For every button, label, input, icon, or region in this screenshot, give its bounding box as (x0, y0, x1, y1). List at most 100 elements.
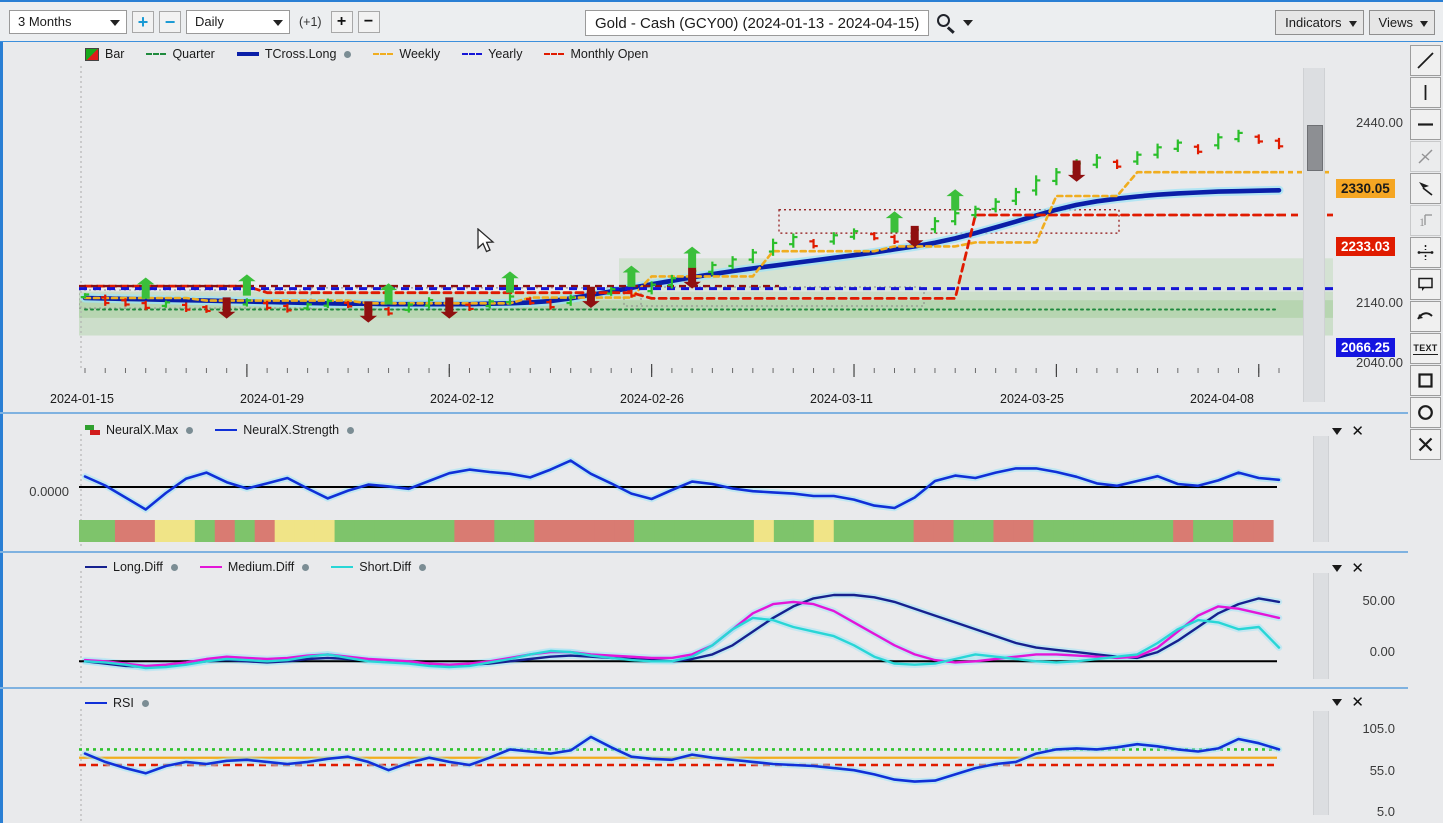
range-decrease-button[interactable]: − (159, 10, 181, 33)
delete-tool[interactable] (1410, 429, 1441, 460)
pitchfork-tool[interactable] (1410, 141, 1441, 172)
neuralx-y-tick: 0.0000 (29, 484, 69, 499)
fib-retracement-icon: 1 (1419, 214, 1432, 229)
legend-label: Weekly (399, 47, 441, 61)
indicators-button[interactable]: Indicators (1275, 10, 1364, 35)
bars-decrease-button[interactable]: − (357, 10, 380, 33)
legend-settings-dot-icon[interactable] (141, 699, 149, 707)
close-x-icon[interactable]: ✕ (1351, 424, 1364, 439)
range-increase-button[interactable]: + (132, 10, 154, 33)
bar-swatch-icon (85, 47, 99, 61)
ellipse-tool[interactable] (1410, 397, 1441, 428)
price-y-tick: 2140.00 (1356, 295, 1403, 310)
vertical-line-tool[interactable] (1410, 77, 1441, 108)
legend-settings-dot-icon[interactable] (344, 50, 352, 58)
rsi-panel-legend: RSI (85, 696, 149, 710)
panel-divider[interactable] (0, 551, 1408, 553)
price-chart-svg (79, 66, 1333, 377)
curve-tool[interactable] (1410, 301, 1441, 332)
diff-plot-area[interactable] (79, 571, 1333, 683)
price-x-tick: 2024-04-08 (1190, 392, 1254, 406)
dashed-line-swatch-icon (146, 53, 167, 55)
search-icon[interactable] (935, 12, 957, 34)
rsi-plot-area[interactable] (79, 709, 1333, 821)
bar-offset-label: (+1) (299, 14, 322, 29)
rsi-chart-svg (79, 709, 1283, 821)
monthly-open-price-tag[interactable]: 2233.03 (1336, 237, 1395, 256)
text-tool[interactable]: TEXT (1410, 333, 1441, 364)
price-y-tick: 2040.00 (1356, 355, 1403, 370)
legend-item[interactable]: Monthly Open (544, 47, 648, 61)
trendline-tool[interactable] (1410, 45, 1441, 76)
legend-label: Bar (105, 47, 125, 61)
legend-label: Quarter (172, 47, 215, 61)
rsi-vertical-scrollbar[interactable] (1313, 711, 1329, 815)
diff-panel: Long.Diff Medium.Diff Short.Diff ✕ 50.00 0… (3, 555, 1408, 686)
weekly-price-tag[interactable]: 2330.05 (1336, 179, 1395, 198)
panel-divider[interactable] (0, 412, 1408, 414)
chevron-down-icon[interactable] (1332, 565, 1343, 572)
crosshair-tool[interactable] (1410, 237, 1441, 268)
bars-increase-button[interactable]: + (330, 10, 353, 33)
legend-item[interactable]: Yearly (462, 47, 522, 61)
diff-chart-svg (79, 571, 1283, 683)
close-x-icon[interactable]: ✕ (1351, 561, 1364, 576)
line-swatch-icon (85, 701, 107, 705)
interval-select[interactable]: Daily (186, 9, 290, 34)
diagonal-line-icon (1417, 52, 1434, 69)
chevron-down-icon (273, 19, 283, 26)
legend-settings-dot-icon[interactable] (419, 563, 427, 571)
close-x-icon[interactable]: ✕ (1351, 695, 1364, 710)
range-select-value: 3 Months (18, 14, 72, 29)
pen-tool[interactable] (1410, 173, 1441, 204)
legend-item[interactable]: Weekly (373, 47, 440, 61)
search-options-chevron-down-icon[interactable] (963, 20, 974, 26)
fibonacci-tool[interactable]: 1 (1410, 205, 1441, 236)
price-vertical-scrollbar[interactable] (1303, 68, 1325, 402)
chart-application-window: 3 Months + − Daily (+1) + − Gold - Cash … (0, 0, 1443, 823)
legend-settings-dot-icon[interactable] (347, 426, 355, 434)
symbol-input[interactable]: Gold - Cash (GCY00) (2024-01-13 - 2024-0… (585, 10, 930, 36)
price-x-tick: 2024-02-12 (430, 392, 494, 406)
price-plot-area[interactable] (79, 66, 1333, 402)
legend-settings-dot-icon[interactable] (170, 563, 178, 571)
legend-label: Yearly (488, 47, 523, 61)
interval-select-value: Daily (195, 14, 224, 29)
toolbar-right-group: Indicators Views (1275, 10, 1435, 35)
legend-label: RSI (113, 696, 134, 710)
price-x-tick: 2024-01-15 (50, 392, 114, 406)
yearly-price-tag[interactable]: 2066.25 (1336, 338, 1395, 357)
legend-label: Monthly Open (570, 47, 649, 61)
price-x-tick: 2024-03-25 (1000, 392, 1064, 406)
toolbar-left-group: 3 Months + − Daily (+1) + − (0, 9, 380, 34)
callout-tool[interactable] (1410, 269, 1441, 300)
legend-settings-dot-icon[interactable] (302, 563, 310, 571)
neuralx-panel: NeuralX.Max NeuralX.Strength ✕ 0.0000 (3, 416, 1408, 548)
range-select[interactable]: 3 Months (9, 9, 127, 34)
chevron-down-icon[interactable] (1332, 428, 1343, 435)
price-x-tick: 2024-02-26 (620, 392, 684, 406)
neuralx-plot-area[interactable] (79, 434, 1333, 546)
drawing-tools-toolbar: 1 TEXT (1408, 42, 1443, 823)
price-x-tick: 2024-01-29 (240, 392, 304, 406)
legend-item[interactable]: RSI (85, 696, 149, 710)
legend-item[interactable]: TCross.Long (236, 47, 352, 61)
legend-settings-dot-icon[interactable] (186, 426, 194, 434)
rectangle-tool[interactable] (1410, 365, 1441, 396)
views-button[interactable]: Views (1368, 10, 1435, 35)
price-scrollbar-thumb[interactable] (1307, 125, 1323, 171)
dashed-line-swatch-icon (544, 53, 565, 55)
views-button-label: Views (1378, 15, 1413, 30)
legend-item[interactable]: Quarter (146, 47, 215, 61)
callout-icon (1418, 277, 1433, 291)
horizontal-line-tool[interactable] (1410, 109, 1441, 140)
price-panel-legend: Bar Quarter TCross.Long Weekly Yearly Monthly… (85, 47, 648, 61)
legend-item[interactable]: Bar (85, 47, 124, 61)
neuralx-vertical-scrollbar[interactable] (1313, 436, 1329, 542)
panel-divider[interactable] (0, 687, 1408, 689)
neuralx-panel-controls: ✕ (1332, 424, 1364, 439)
line-swatch-icon (199, 565, 222, 569)
chevron-down-icon (1348, 20, 1357, 27)
chevron-down-icon[interactable] (1332, 699, 1343, 706)
diff-vertical-scrollbar[interactable] (1313, 573, 1329, 679)
